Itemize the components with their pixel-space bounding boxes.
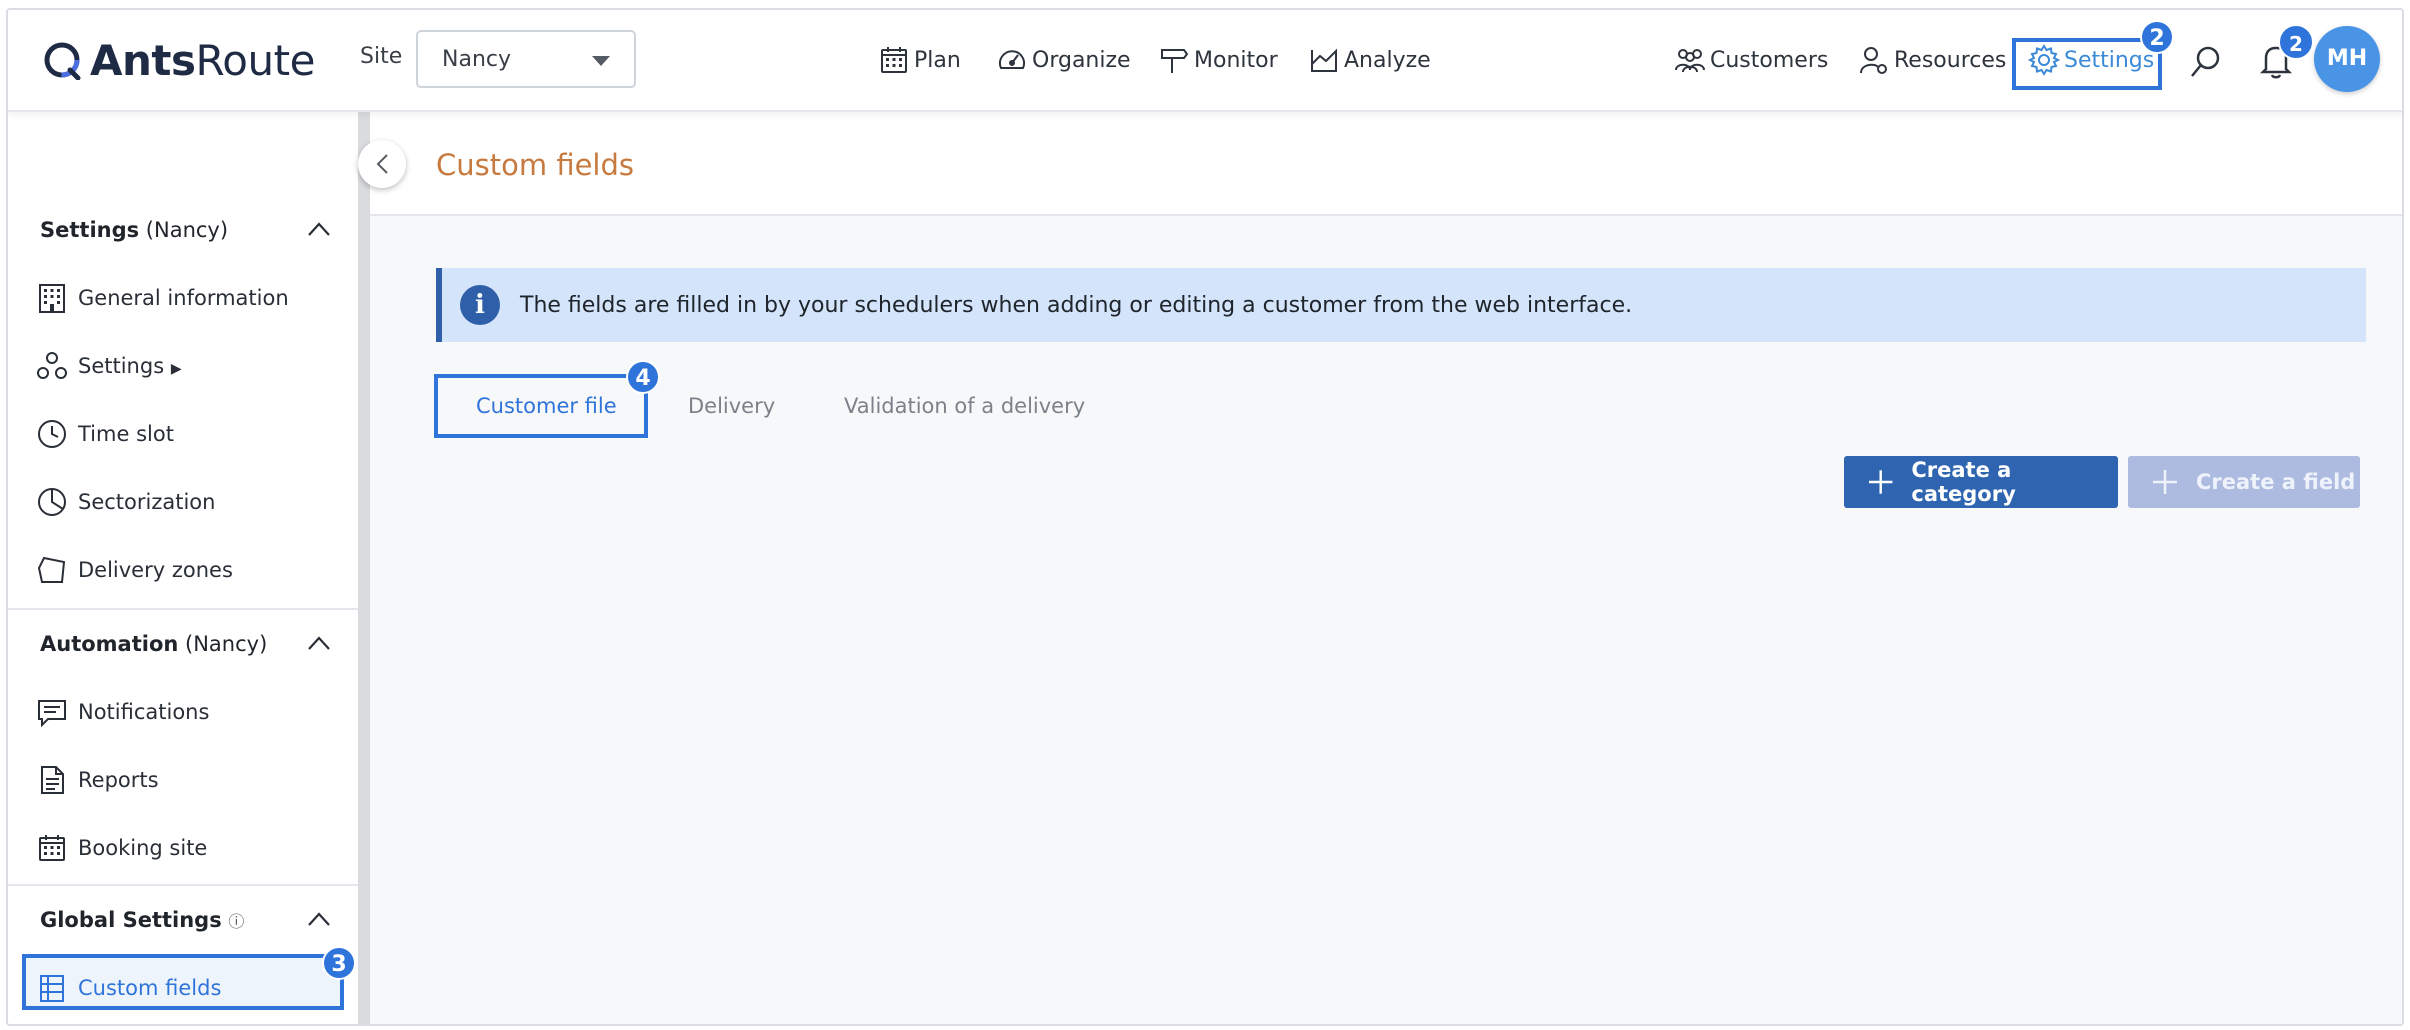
sidebar-item-label: Sectorization [78,490,216,514]
nav-analyze-label: Analyze [1344,47,1431,73]
search-icon[interactable] [2188,44,2224,80]
tab-validation-of-a-delivery[interactable]: Validation of a delivery [844,374,1085,438]
sidebar-item-booking-site[interactable]: Booking site [8,818,358,878]
pie-chart-icon [38,488,66,516]
sidebar-divider [8,608,358,610]
info-banner-text: The fields are filled in by your schedul… [520,292,1633,318]
sidebar-scrollbar[interactable] [358,112,370,1024]
sidebar-item-settings[interactable]: Settings ▶ [8,336,358,396]
nav-plan-label: Plan [914,47,961,73]
polygon-icon [37,556,66,583]
plus-icon [2153,470,2177,494]
info-icon: ⓘ [228,912,245,931]
site-select[interactable]: Nancy [416,30,636,88]
plus-icon [1868,470,1893,494]
sidebar-section-title: Automation (Nancy) [40,632,268,656]
info-icon: i [460,285,500,325]
sidebar-item-notifications[interactable]: Notifications [8,682,358,742]
chevron-up-icon [308,222,330,236]
notification-badge: 2 [2278,24,2314,60]
nav-customers[interactable]: Customers [1674,40,1828,80]
sidebar-item-label: Custom fields [78,976,222,1000]
antsroute-logo-icon [44,42,81,80]
chevron-down-icon [592,56,610,66]
gear-icon [2028,44,2060,76]
sidebar-item-label: General information [78,286,289,310]
logo-text: AntsRoute [90,35,315,85]
sidebar-section-title: Global Settings ⓘ [40,908,245,932]
sidebar-item-time-slot[interactable]: Time slot [8,404,358,464]
nav-monitor-label: Monitor [1194,47,1278,73]
create-category-label: Create a category [1911,458,2016,506]
sidebar-item-label: Booking site [78,836,208,860]
speedometer-icon [999,50,1025,69]
clock-icon [38,420,66,448]
sidebar-section-title: Settings (Nancy) [40,218,229,242]
chevron-up-icon [308,636,330,650]
sidebar-section-global-settings[interactable]: Global Settings ⓘ [8,890,358,950]
sidebar-section-automation[interactable]: Automation (Nancy) [8,614,358,674]
sidebar-item-label: Delivery zones [78,558,233,582]
table-icon [40,975,64,1002]
nav-resources[interactable]: Resources [1858,40,2006,80]
main-content: Custom fields i The fields are filled in… [370,112,2402,1024]
step-marker-customer-file-tab: 4 [626,360,660,394]
signpost-icon [1161,49,1189,73]
nav-settings-label: Settings [2064,47,2155,73]
sidebar-item-label: Reports [78,768,159,792]
chevron-left-icon [376,154,388,174]
sidebar-item-label: Settings ▶ [78,354,182,378]
customers-icon [1675,49,1705,73]
nav-organize[interactable]: Organize [996,40,1131,80]
nav-monitor[interactable]: Monitor [1158,40,1278,80]
app-window: AntsRoute Site Nancy Plan Organize Monit… [6,8,2404,1026]
calendar-icon [881,47,907,73]
site-select-value: Nancy [442,46,511,72]
step-marker-custom-fields: 3 [322,946,356,980]
nav-analyze[interactable]: Analyze [1308,40,1431,80]
create-field-label: Create a field [2196,470,2356,494]
sidebar-item-reports[interactable]: Reports [8,750,358,810]
site-label: Site [360,44,403,69]
nav-plan[interactable]: Plan [878,40,961,80]
sidebar-item-label: Notifications [78,700,210,724]
title-bar: Custom fields [370,112,2402,216]
avatar[interactable]: MH [2314,26,2380,92]
sidebar-item-label: Time slot [78,422,174,446]
tab-delivery[interactable]: Delivery [688,374,775,438]
area-chart-icon [1311,48,1337,72]
sidebar-item-custom-fields[interactable]: Custom fields [8,958,358,1018]
nav-resources-label: Resources [1894,47,2007,73]
sidebar: Settings (Nancy) General information Set… [8,112,358,1024]
page-title: Custom fields [436,148,635,182]
nav-organize-label: Organize [1032,47,1131,73]
message-icon [38,700,66,728]
resources-icon [1860,47,1887,74]
tab-customer-file[interactable]: Customer file [476,374,617,438]
sidebar-item-sectorization[interactable]: Sectorization [8,472,358,532]
calendar-icon [39,835,65,861]
info-banner: i The fields are filled in by your sched… [436,268,2366,342]
chevron-up-icon [308,912,330,926]
sidebar-section-settings[interactable]: Settings (Nancy) [8,200,358,260]
building-icon [39,284,65,313]
document-icon [41,766,64,794]
nav-settings[interactable]: Settings [2028,40,2154,80]
logo[interactable]: AntsRoute [42,35,315,85]
create-field-button[interactable]: Create a field [2128,456,2360,508]
nav-customers-label: Customers [1710,47,1829,73]
sidebar-item-delivery-zones[interactable]: Delivery zones [8,540,358,600]
collapse-sidebar-button[interactable] [358,140,406,188]
cogs-icon [37,352,67,379]
sidebar-divider [8,884,358,886]
step-marker-settings: 2 [2140,20,2174,54]
sidebar-item-general-information[interactable]: General information [8,268,358,328]
top-bar: AntsRoute Site Nancy Plan Organize Monit… [8,10,2402,112]
create-category-button[interactable]: Create a category [1844,456,2118,508]
